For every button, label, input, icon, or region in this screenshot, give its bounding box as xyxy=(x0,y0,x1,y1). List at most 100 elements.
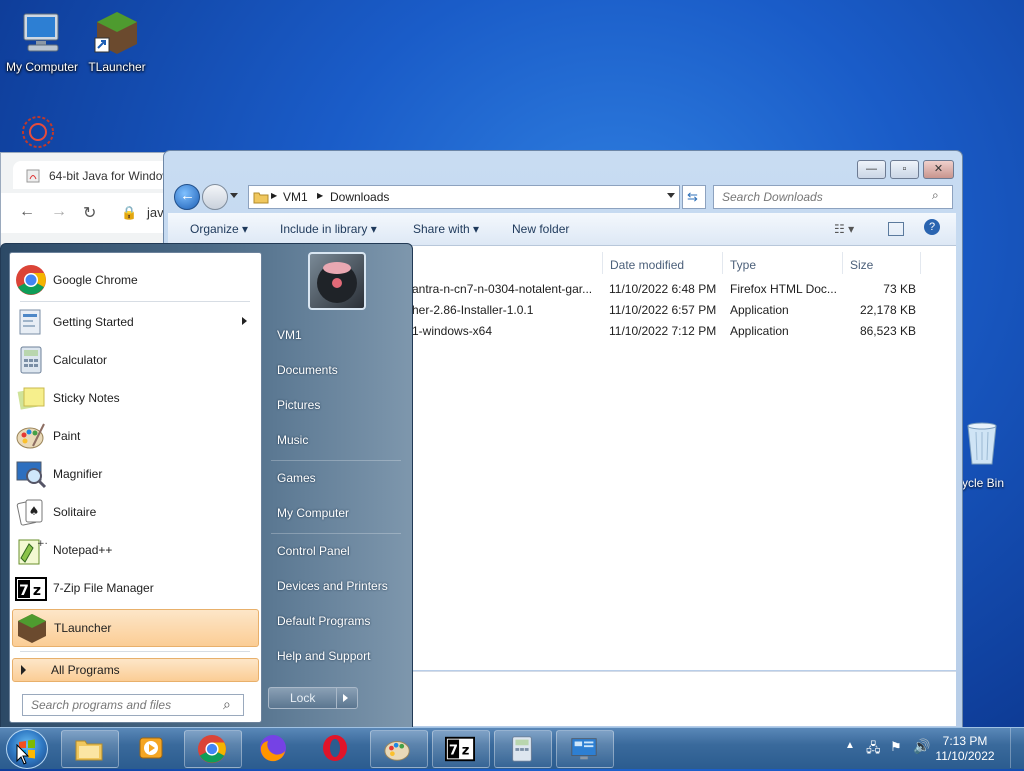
taskbar-7-zip[interactable]: 7 z xyxy=(432,730,490,768)
network-shape-icon xyxy=(22,116,54,148)
system-clock[interactable]: 7:13 PM 11/10/2022 xyxy=(930,734,1000,764)
desktop-icon-recycle-bin[interactable]: ycle Bin xyxy=(958,420,1004,490)
start-search-placeholder: Search programs and files xyxy=(31,698,172,712)
minimize-button[interactable]: — xyxy=(857,160,886,179)
program-tlauncher[interactable]: TLauncher xyxy=(12,609,259,647)
program-calculator[interactable]: Calculator xyxy=(12,342,259,378)
program-label: Paint xyxy=(53,429,81,443)
sticky-notes-icon xyxy=(17,387,45,410)
chrome-address-text[interactable]: jav xyxy=(147,205,164,220)
taskbar-paint[interactable] xyxy=(370,730,428,768)
close-button[interactable]: ✕ xyxy=(923,160,954,179)
address-dropdown-icon[interactable] xyxy=(667,193,675,198)
start-link-computer[interactable]: My Computer xyxy=(277,506,349,520)
breadcrumb-item[interactable]: Downloads xyxy=(330,190,389,204)
program-label: Solitaire xyxy=(53,505,97,519)
breadcrumb-item[interactable]: VM1 xyxy=(283,190,308,204)
show-hidden-icons-icon[interactable]: ▲ xyxy=(845,740,855,751)
desktop-icon-my-computer[interactable]: My Computer xyxy=(0,10,84,74)
program-label: Calculator xyxy=(53,353,108,367)
include-in-library-button[interactable]: Include in library ▾ xyxy=(280,222,377,236)
file-size: 86,523 KB xyxy=(859,324,916,338)
program-sticky-notes[interactable]: Sticky Notes xyxy=(12,380,259,416)
program-notepad-plus-plus[interactable]: ++ Notepad++ xyxy=(12,532,259,568)
program-paint[interactable]: Paint xyxy=(12,418,259,454)
tlauncher-icon xyxy=(18,614,46,643)
clock-time: 7:13 PM xyxy=(942,734,988,748)
program-label: TLauncher xyxy=(54,621,112,635)
firefox-icon xyxy=(260,735,286,762)
program-label: Magnifier xyxy=(53,467,103,481)
show-desktop-button[interactable] xyxy=(1010,728,1024,768)
column-size[interactable]: Size xyxy=(850,258,873,272)
back-button[interactable]: ← xyxy=(174,184,200,210)
chrome-window[interactable]: 64-bit Java for Windows ← → ↻ 🔒 jav xyxy=(0,152,182,254)
shutdown-options-arrow-icon[interactable] xyxy=(343,694,348,702)
program-solitaire[interactable]: ♠ Solitaire xyxy=(12,494,259,530)
mouse-cursor-icon xyxy=(16,744,30,765)
forward-arrow-icon[interactable]: → xyxy=(51,203,67,221)
start-link-default-programs[interactable]: Default Programs xyxy=(277,614,370,628)
address-bar[interactable]: ▶ VM1 ▶ Downloads xyxy=(248,185,680,209)
view-options-icon[interactable]: ☷ ▾ xyxy=(834,222,854,236)
taskbar-remote-desktop[interactable] xyxy=(556,730,614,768)
back-arrow-icon: ← xyxy=(180,187,195,204)
reload-icon[interactable]: ↻ xyxy=(83,203,96,223)
start-link-user[interactable]: VM1 xyxy=(277,328,302,342)
network-icon[interactable]: 🖧 xyxy=(866,739,881,761)
start-search-input[interactable]: Search programs and files ⌕ xyxy=(22,694,244,716)
start-link-help-support[interactable]: Help and Support xyxy=(277,649,370,663)
column-type[interactable]: Type xyxy=(730,258,756,272)
chrome-tab-title: 64-bit Java for Windows xyxy=(49,169,173,183)
start-link-pictures[interactable]: Pictures xyxy=(277,398,320,412)
maximize-button[interactable]: ▫ xyxy=(890,160,919,179)
taskbar-opera[interactable] xyxy=(308,730,364,766)
program-google-chrome[interactable]: Google Chrome xyxy=(12,262,259,298)
taskbar-firefox[interactable] xyxy=(246,730,302,766)
start-link-documents[interactable]: Documents xyxy=(277,363,338,377)
taskbar-chrome[interactable] xyxy=(184,730,242,768)
calculator-icon xyxy=(20,346,42,374)
organize-button[interactable]: Organize ▾ xyxy=(190,222,248,236)
chrome-tab[interactable]: 64-bit Java for Windows xyxy=(13,161,173,189)
search-input[interactable]: Search Downloads ⌕ xyxy=(713,185,953,209)
start-link-music[interactable]: Music xyxy=(277,433,308,447)
taskbar-explorer[interactable] xyxy=(61,730,119,768)
start-link-control-panel[interactable]: Control Panel xyxy=(277,544,350,558)
java-icon xyxy=(26,169,40,183)
desktop-icon-tlauncher[interactable]: TLauncher xyxy=(75,10,159,74)
user-picture[interactable] xyxy=(308,252,366,310)
refresh-icon: ⇆ xyxy=(687,189,698,204)
taskbar-media-player[interactable] xyxy=(124,730,180,766)
taskbar-calculator[interactable] xyxy=(494,730,552,768)
help-icon[interactable]: ? xyxy=(924,219,940,235)
desktop-icon-partial[interactable] xyxy=(16,112,60,150)
svg-text:z: z xyxy=(33,583,41,599)
forward-button[interactable] xyxy=(202,184,228,210)
action-center-icon[interactable]: ⚑ xyxy=(890,739,902,755)
lock-button[interactable]: Lock xyxy=(268,687,358,709)
svg-text:7: 7 xyxy=(19,583,29,599)
history-dropdown-icon[interactable] xyxy=(230,193,238,198)
program-magnifier[interactable]: Magnifier xyxy=(12,456,259,492)
chrome-icon xyxy=(197,734,227,764)
program-7-zip[interactable]: 7 z 7-Zip File Manager xyxy=(12,570,259,606)
chrome-toolbar: ← → ↻ 🔒 jav xyxy=(1,193,181,233)
folder-icon xyxy=(253,192,269,204)
new-folder-button[interactable]: New folder xyxy=(512,222,569,236)
program-getting-started[interactable]: Getting Started xyxy=(12,304,259,340)
back-arrow-icon[interactable]: ← xyxy=(19,203,35,221)
start-link-games[interactable]: Games xyxy=(277,471,316,485)
column-date[interactable]: Date modified xyxy=(610,258,684,272)
refresh-button[interactable]: ⇆ xyxy=(682,185,706,209)
all-programs-button[interactable]: All Programs xyxy=(12,658,259,682)
file-size: 73 KB xyxy=(883,282,916,296)
share-with-button[interactable]: Share with ▾ xyxy=(413,222,479,236)
preview-pane-icon[interactable] xyxy=(888,222,904,236)
volume-icon[interactable]: 🔊 xyxy=(913,738,930,755)
calculator-icon xyxy=(512,736,532,762)
breadcrumb-arrow-icon: ▶ xyxy=(317,191,324,200)
my-computer-icon xyxy=(18,10,66,56)
seven-zip-icon: 7 z xyxy=(445,736,475,762)
start-link-devices-printers[interactable]: Devices and Printers xyxy=(277,579,388,593)
